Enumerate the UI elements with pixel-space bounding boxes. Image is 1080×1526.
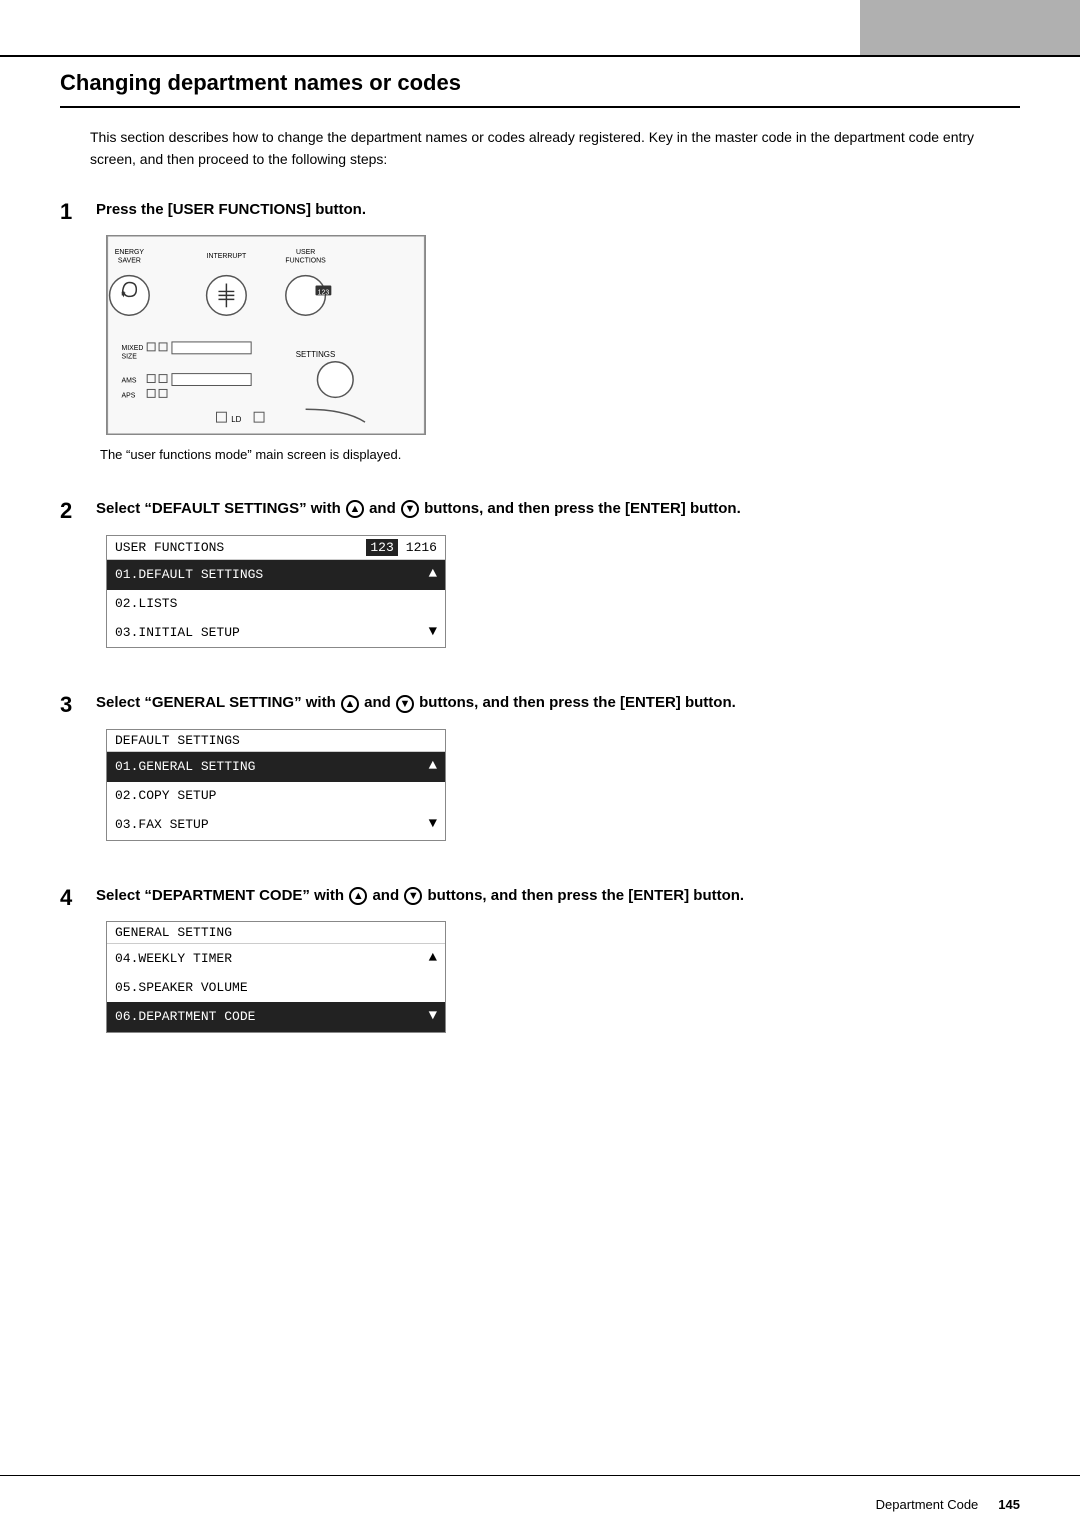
down-arrow-icon-3: ▼ [396, 695, 414, 713]
lcd-screen-3: GENERAL SETTING 04.WEEKLY TIMER ▲ 05.SPE… [106, 921, 446, 1033]
svg-text:FUNCTIONS: FUNCTIONS [285, 258, 326, 265]
step-4-and: and [372, 887, 399, 904]
scroll-up-arrow-3: ▲ [429, 947, 437, 971]
bottom-rule [0, 1475, 1080, 1477]
lcd-row-text-3-0: 04.WEEKLY TIMER [115, 948, 423, 970]
lcd-header-text-2: DEFAULT SETTINGS [115, 733, 437, 748]
up-arrow-icon-2: ▲ [346, 500, 364, 518]
lcd-row-3-1: 05.SPEAKER VOLUME [107, 974, 445, 1002]
svg-text:INTERRUPT: INTERRUPT [207, 253, 247, 260]
svg-text:SIZE: SIZE [121, 354, 137, 361]
step-3: 3 Select “GENERAL SETTING” with ▲ and ▼ … [60, 692, 1020, 848]
svg-text:SETTINGS: SETTINGS [296, 350, 336, 359]
lcd-row-text-2-0: 01.GENERAL SETTING [115, 756, 423, 778]
top-bar [860, 0, 1080, 55]
lcd-header-text-3: GENERAL SETTING [115, 925, 437, 940]
scroll-up-arrow-2: ▲ [429, 755, 437, 779]
scroll-down-arrow-3: ▼ [429, 1005, 437, 1029]
lcd-screen-2: DEFAULT SETTINGS 01.GENERAL SETTING ▲ 02… [106, 729, 446, 841]
step-4-content: Select “DEPARTMENT CODE” with ▲ and ▼ bu… [96, 885, 1020, 1041]
intro-text: This section describes how to change the… [90, 126, 1020, 171]
lcd-row-2-0: 01.GENERAL SETTING ▲ [107, 752, 445, 782]
svg-text:SAVER: SAVER [118, 258, 141, 265]
lcd-page-1: 1216 [406, 540, 437, 555]
step-1-note: The “user functions mode” main screen is… [100, 447, 1020, 462]
main-content: Changing department names or codes This … [60, 70, 1020, 1466]
step-4-instruction-prefix: Select “DEPARTMENT CODE” with [96, 887, 344, 904]
svg-text:LD: LD [231, 415, 241, 424]
step-3-content: Select “GENERAL SETTING” with ▲ and ▼ bu… [96, 692, 1020, 848]
down-arrow-icon-4: ▼ [404, 887, 422, 905]
step-2-instruction-prefix: Select “DEFAULT SETTINGS” with [96, 500, 341, 517]
up-arrow-icon-3: ▲ [341, 695, 359, 713]
lcd-row-text-3-1: 05.SPEAKER VOLUME [115, 977, 437, 999]
step-2: 2 Select “DEFAULT SETTINGS” with ▲ and ▼… [60, 498, 1020, 656]
lcd-header-2: DEFAULT SETTINGS [107, 730, 445, 752]
step-3-instruction-suffix: buttons, and then press the [ENTER] butt… [419, 694, 736, 711]
svg-text:AMS: AMS [121, 378, 136, 385]
scroll-down-arrow-1: ▼ [429, 621, 437, 645]
lcd-row-3-2: 06.DEPARTMENT CODE ▼ [107, 1002, 445, 1032]
down-arrow-icon-2: ▼ [401, 500, 419, 518]
scroll-up-arrow-1: ▲ [429, 563, 437, 587]
step-3-instruction-prefix: Select “GENERAL SETTING” with [96, 694, 336, 711]
lcd-screen-1: USER FUNCTIONS 123 1216 01.DEFAULT SETTI… [106, 535, 446, 649]
lcd-header-1: USER FUNCTIONS 123 1216 [107, 536, 445, 560]
lcd-header-text-1: USER FUNCTIONS [115, 540, 366, 555]
lcd-row-text-2-1: 02.COPY SETUP [115, 785, 437, 807]
step-2-number: 2 [60, 498, 96, 524]
step-1-number: 1 [60, 199, 96, 225]
footer-label: Department Code [876, 1497, 979, 1512]
step-3-instruction: Select “GENERAL SETTING” with ▲ and ▼ bu… [96, 692, 1020, 715]
step-3-number: 3 [60, 692, 96, 718]
lcd-row-2-2: 03.FAX SETUP ▼ [107, 810, 445, 840]
section-title: Changing department names or codes [60, 70, 1020, 108]
up-arrow-icon-4: ▲ [349, 887, 367, 905]
step-4-instruction: Select “DEPARTMENT CODE” with ▲ and ▼ bu… [96, 885, 1020, 908]
footer: Department Code 145 [60, 1497, 1020, 1512]
footer-page: 145 [998, 1497, 1020, 1512]
panel-diagram: ENERGY SAVER INTERRUPT USER FUNCTIONS [106, 235, 426, 435]
svg-text:ENERGY: ENERGY [115, 249, 145, 256]
step-1: 1 Press the [USER FUNCTIONS] button. ENE… [60, 199, 1020, 463]
lcd-row-text-3-2: 06.DEPARTMENT CODE [115, 1006, 423, 1028]
lcd-row-1-0: 01.DEFAULT SETTINGS ▲ [107, 560, 445, 590]
svg-text:APS: APS [121, 393, 135, 400]
lcd-row-2-1: 02.COPY SETUP [107, 782, 445, 810]
scroll-down-arrow-2: ▼ [429, 813, 437, 837]
lcd-row-1-2: 03.INITIAL SETUP ▼ [107, 618, 445, 648]
step-2-content: Select “DEFAULT SETTINGS” with ▲ and ▼ b… [96, 498, 1020, 656]
step-4-instruction-suffix: buttons, and then press the [ENTER] butt… [427, 887, 744, 904]
step-1-content: Press the [USER FUNCTIONS] button. ENERG… [96, 199, 1020, 463]
lcd-row-text-1-0: 01.DEFAULT SETTINGS [115, 564, 423, 586]
lcd-header-3: GENERAL SETTING [107, 922, 445, 944]
lcd-row-1-1: 02.LISTS [107, 590, 445, 618]
lcd-row-text-1-1: 02.LISTS [115, 593, 437, 615]
lcd-badge-1: 123 [366, 539, 397, 556]
svg-text:MIXED: MIXED [121, 345, 143, 352]
svg-text:USER: USER [296, 249, 315, 256]
lcd-row-3-0: 04.WEEKLY TIMER ▲ [107, 944, 445, 974]
top-rule [0, 55, 1080, 57]
step-2-instruction-suffix: buttons, and then press the [ENTER] butt… [424, 500, 741, 517]
step-3-and: and [364, 694, 391, 711]
step-4: 4 Select “DEPARTMENT CODE” with ▲ and ▼ … [60, 885, 1020, 1041]
step-4-number: 4 [60, 885, 96, 911]
lcd-row-text-2-2: 03.FAX SETUP [115, 814, 423, 836]
step-2-and: and [369, 500, 396, 517]
step-2-instruction: Select “DEFAULT SETTINGS” with ▲ and ▼ b… [96, 498, 1020, 521]
lcd-row-text-1-2: 03.INITIAL SETUP [115, 622, 423, 644]
svg-text:123: 123 [318, 290, 330, 297]
step-1-instruction: Press the [USER FUNCTIONS] button. [96, 199, 1020, 222]
